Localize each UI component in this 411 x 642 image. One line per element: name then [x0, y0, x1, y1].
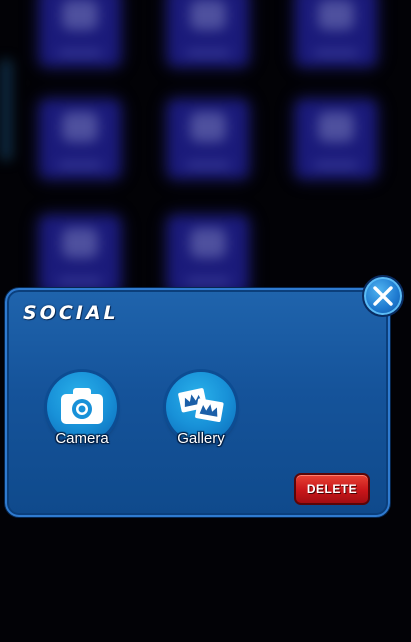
- close-icon: [373, 286, 393, 306]
- background-tile: [40, 216, 120, 294]
- delete-button[interactable]: DELETE: [294, 473, 370, 505]
- app-gallery[interactable]: Gallery: [156, 372, 246, 452]
- background-tile: [40, 100, 120, 178]
- background-edge: [0, 60, 12, 160]
- app-label-camera: Camera: [55, 430, 109, 447]
- background-tile: [168, 100, 248, 178]
- folder-title: SOCIAL: [23, 302, 119, 324]
- close-folder-button[interactable]: [362, 275, 404, 317]
- background-tile: [40, 0, 120, 66]
- background-tile: [296, 0, 376, 66]
- app-label-gallery: Gallery: [177, 430, 225, 447]
- app-camera[interactable]: Camera: [37, 372, 127, 452]
- background-tile: [296, 100, 376, 178]
- background-tile: [168, 216, 248, 294]
- background-tile: [168, 0, 248, 66]
